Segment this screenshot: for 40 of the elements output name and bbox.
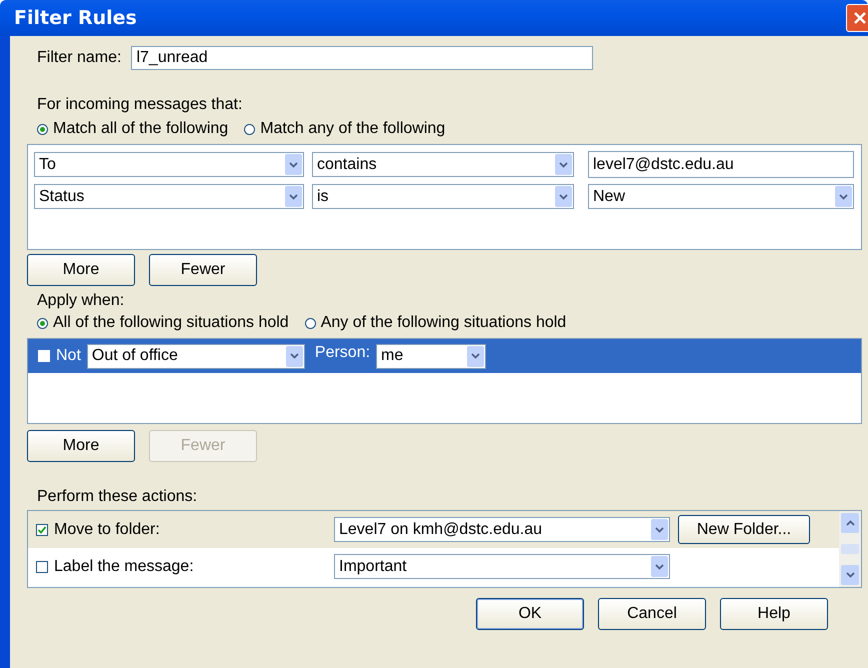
section-heading: Perform these actions: bbox=[37, 488, 198, 506]
target-dropdown[interactable]: Level7 on kmh@dstc.edu.au bbox=[334, 517, 670, 542]
scroll-down-icon[interactable] bbox=[841, 565, 859, 585]
person-label: Person: bbox=[314, 344, 370, 362]
section-heading: Apply when: bbox=[37, 292, 124, 310]
field-dropdown[interactable]: To bbox=[34, 152, 304, 177]
scroll-thumb[interactable] bbox=[841, 544, 859, 554]
operator-dropdown[interactable]: contains bbox=[312, 152, 574, 177]
dialog-button[interactable]: More bbox=[27, 430, 135, 462]
operator-dropdown[interactable]: is bbox=[312, 184, 574, 209]
condition-row[interactable]: Not Out of office Person: me bbox=[28, 339, 861, 373]
filter-name-field[interactable]: l7_unread bbox=[131, 46, 594, 70]
field-label: Filter name: bbox=[37, 49, 122, 67]
new-folder-button[interactable]: New Folder... bbox=[678, 515, 810, 544]
action-label: Label the message: bbox=[54, 558, 195, 576]
radio-option[interactable]: Match all of the following bbox=[37, 120, 228, 138]
not-label: Not bbox=[56, 347, 81, 365]
dialog-button[interactable]: Fewer bbox=[149, 254, 257, 286]
dialog-button[interactable]: OK bbox=[476, 598, 584, 630]
window-title: Filter Rules bbox=[13, 7, 137, 29]
checkbox[interactable] bbox=[36, 560, 48, 572]
dialog-button[interactable]: Help bbox=[720, 598, 828, 630]
checkbox[interactable] bbox=[36, 524, 48, 536]
section-heading: For incoming messages that: bbox=[37, 96, 242, 114]
radio-option[interactable]: Any of the following situations hold bbox=[304, 314, 566, 332]
dialog-button[interactable]: Cancel bbox=[598, 598, 706, 630]
person-dropdown[interactable]: me bbox=[376, 344, 486, 368]
dialog-button[interactable]: More bbox=[27, 254, 135, 286]
radio-option[interactable]: Match any of the following bbox=[244, 120, 446, 138]
situation-dropdown[interactable]: Out of office bbox=[86, 344, 305, 368]
value-field[interactable]: level7@dstc.edu.au bbox=[588, 151, 854, 178]
scrollbar[interactable] bbox=[839, 511, 861, 587]
action-label: Move to folder: bbox=[54, 520, 161, 538]
value-dropdown[interactable]: New bbox=[588, 184, 854, 209]
field-dropdown[interactable]: Status bbox=[34, 184, 304, 209]
scroll-up-icon[interactable] bbox=[841, 513, 859, 533]
action-row[interactable]: Move to folder: Level7 on kmh@dstc.edu.au New Folder... bbox=[28, 511, 839, 548]
target-dropdown[interactable]: Important bbox=[334, 554, 670, 579]
close-icon[interactable] bbox=[846, 4, 868, 32]
radio-option[interactable]: All of the following situations hold bbox=[37, 314, 289, 332]
